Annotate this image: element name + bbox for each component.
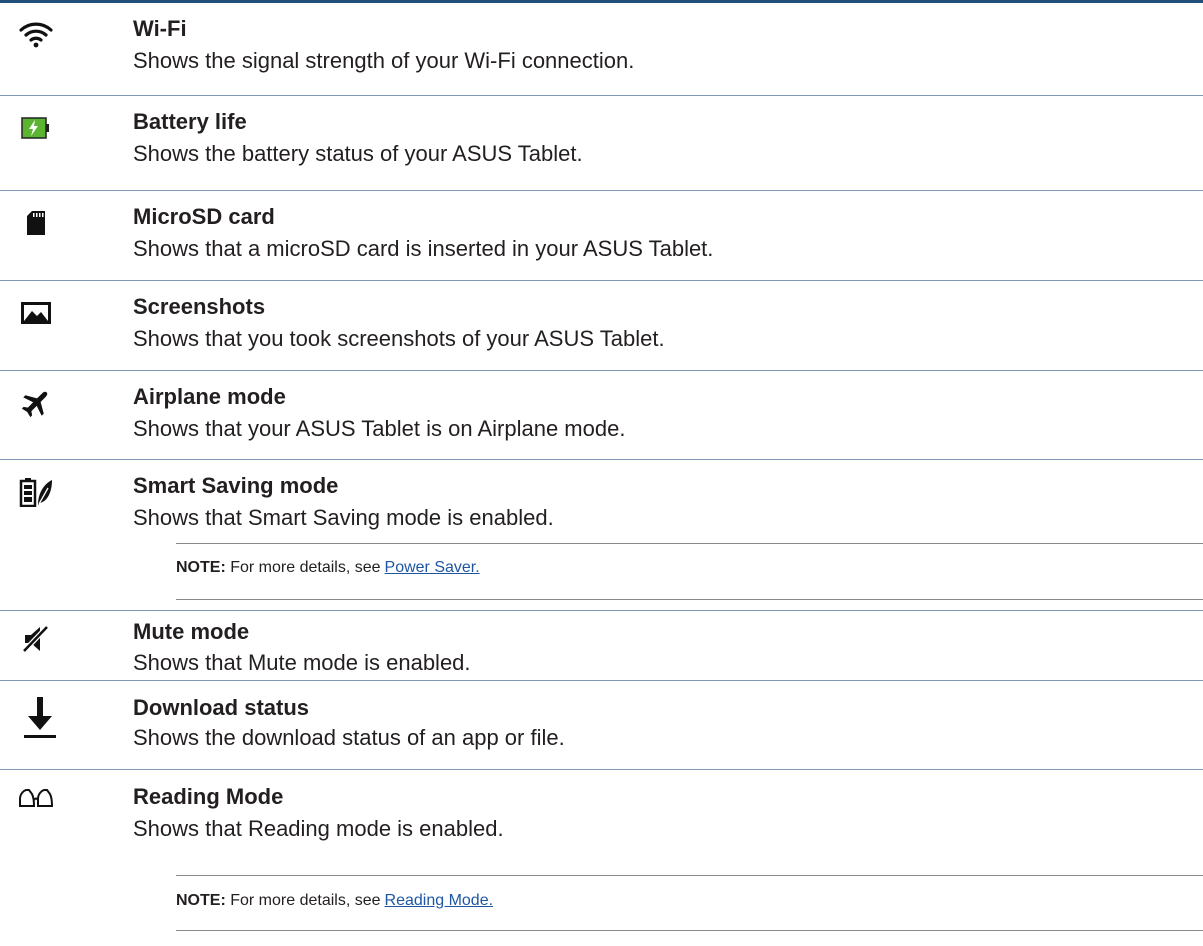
note: NOTE: For more details, see Power Saver. [176,557,480,579]
note-rule [176,543,1203,544]
item-description: Shows the signal strength of your Wi-Fi … [133,48,635,73]
item-title: Screenshots [133,294,266,319]
note-rule [176,875,1203,876]
item-description: Shows that your ASUS Tablet is on Airpla… [133,416,626,441]
item-title: Wi-Fi [133,16,187,41]
note-rule [176,930,1203,931]
item-description: Shows the download status of an app or f… [133,725,565,750]
list-item-wifi: Wi-Fi Shows the signal strength of your … [0,3,1203,95]
note-text: For more details, see [230,892,381,909]
battery-charging-icon [18,110,54,146]
note-text: For more details, see [230,559,381,576]
item-title: MicroSD card [133,204,275,229]
item-title: Airplane mode [133,384,286,409]
airplane-icon [18,385,54,421]
power-saver-link[interactable]: Power Saver. [385,559,480,576]
item-title: Smart Saving mode [133,473,339,498]
item-title: Battery life [133,109,247,134]
note-label: NOTE: [176,892,226,909]
microsd-card-icon [18,205,54,241]
item-title: Mute mode [133,619,250,644]
list-item-airplane: Airplane mode Shows that your ASUS Table… [0,371,1203,459]
list-item-reading-mode: Reading Mode Shows that Reading mode is … [0,770,1203,946]
item-title: Download status [133,695,310,720]
list-item-screenshots: Screenshots Shows that you took screensh… [0,281,1203,370]
list-item-download: Download status Shows the download statu… [0,681,1203,769]
list-item-mute: Mute mode Shows that Mute mode is enable… [0,611,1203,680]
note: NOTE: For more details, see Reading Mode. [176,890,493,912]
note-rule [176,599,1203,600]
smart-saving-icon [18,474,54,510]
item-description: Shows that Mute mode is enabled. [133,650,471,675]
item-title: Reading Mode [133,784,284,809]
list-item-smart-saving: Smart Saving mode Shows that Smart Savin… [0,460,1203,610]
list-item-battery: Battery life Shows the battery status of… [0,96,1203,190]
item-description: Shows that Smart Saving mode is enabled. [133,505,554,530]
reading-mode-link[interactable]: Reading Mode. [385,892,494,909]
note-label: NOTE: [176,559,226,576]
list-item-microsd: MicroSD card Shows that a microSD card i… [0,191,1203,280]
download-icon [22,694,58,740]
item-description: Shows that a microSD card is inserted in… [133,236,714,261]
screenshot-icon [18,295,54,331]
mute-icon [18,621,54,657]
item-description: Shows the battery status of your ASUS Ta… [133,141,583,166]
item-description: Shows that Reading mode is enabled. [133,816,504,841]
reading-mode-icon [18,780,54,816]
wifi-icon [18,17,54,53]
item-description: Shows that you took screenshots of your … [133,326,665,351]
